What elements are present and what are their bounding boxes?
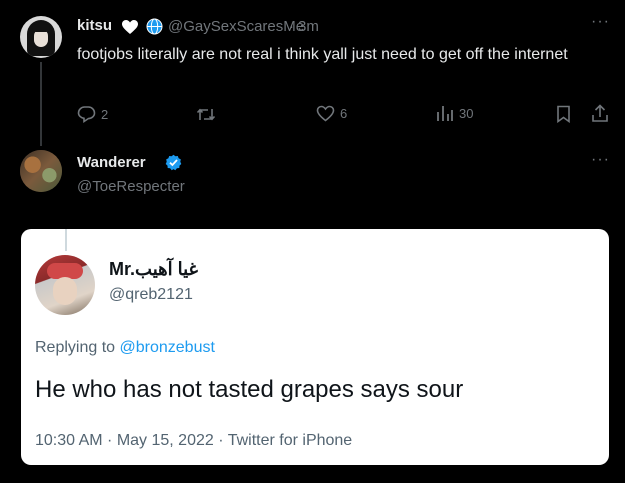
tweet-text: footjobs literally are not real i think … <box>77 46 568 63</box>
more-icon[interactable]: ··· <box>591 13 610 31</box>
views-button[interactable]: 30 <box>436 105 473 122</box>
share-icon <box>591 104 609 123</box>
separator-dot: · <box>289 18 294 35</box>
image-tweet-meta: 10:30 AM · May 15, 2022 · Twitter for iP… <box>35 432 353 449</box>
heart-icon <box>316 105 335 122</box>
image-author-name: Mr.غيا آهيب <box>109 259 198 279</box>
image-tweet-text: He who has not tasted grapes says sour <box>35 376 464 403</box>
author-name[interactable]: Wanderer <box>77 154 146 171</box>
retweet-icon <box>196 106 216 123</box>
avatar-kitsu[interactable] <box>20 16 62 58</box>
reply-button[interactable]: 2 <box>77 105 108 123</box>
author-name[interactable]: kitsu <box>77 17 112 34</box>
author-handle[interactable]: @ToeRespecter <box>77 178 185 195</box>
like-button[interactable]: 6 <box>316 105 347 122</box>
retweet-button[interactable] <box>196 106 216 123</box>
image-replying-prefix: Replying to <box>35 339 120 356</box>
share-button[interactable] <box>591 104 609 123</box>
attached-image[interactable]: Mr.غيا آهيب @qreb2121 Replying to @bronz… <box>21 229 609 465</box>
reply-count: 2 <box>101 106 109 122</box>
image-replying-mention: @bronzebust <box>119 339 215 356</box>
bookmark-icon <box>556 105 571 123</box>
views-icon <box>436 105 454 122</box>
more-icon[interactable]: ··· <box>591 151 610 169</box>
views-count: 30 <box>459 106 474 121</box>
author-handle[interactable]: @GaySexScaresMe <box>168 18 304 35</box>
reply-icon <box>77 105 96 123</box>
verified-badge-icon <box>165 154 182 171</box>
avatar-wanderer[interactable] <box>20 150 62 192</box>
image-thread-line <box>65 229 67 251</box>
timestamp[interactable]: 3m <box>298 18 319 35</box>
like-count: 6 <box>340 106 348 121</box>
image-avatar <box>35 255 95 315</box>
image-replying-line: Replying to @bronzebust <box>35 339 215 357</box>
image-author-handle: @qreb2121 <box>109 286 193 303</box>
thread-line <box>40 62 42 146</box>
bookmark-button[interactable] <box>556 105 571 123</box>
heart-badge-icon <box>121 19 139 35</box>
globe-badge-icon <box>146 18 163 35</box>
